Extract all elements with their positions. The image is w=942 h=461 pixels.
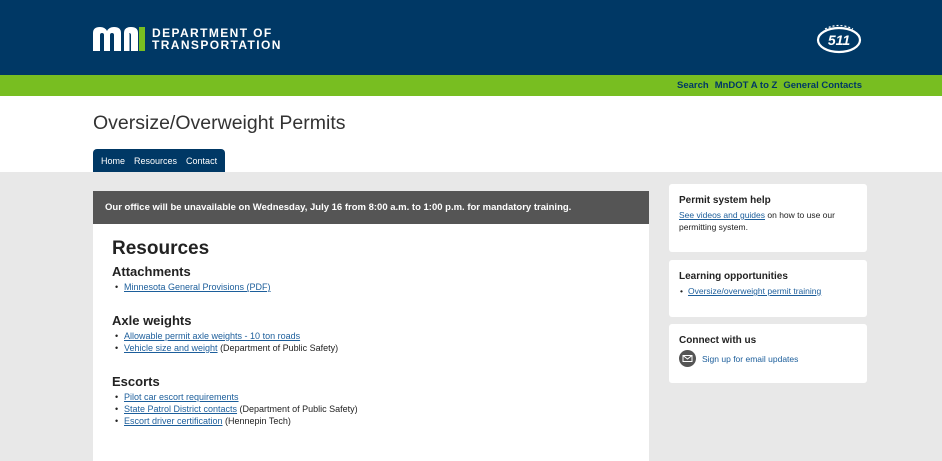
mndot-a-to-z-link[interactable]: MnDOT A to Z bbox=[715, 80, 778, 91]
511-logo-icon[interactable]: 511 bbox=[815, 24, 863, 54]
permit-training-link[interactable]: Oversize/overweight permit training bbox=[688, 286, 821, 296]
general-provisions-link[interactable]: Minnesota General Provisions (PDF) bbox=[124, 282, 271, 292]
escort-certification-link[interactable]: Escort driver certification bbox=[124, 416, 223, 426]
section-heading-escorts: Escorts bbox=[112, 374, 160, 389]
site-header: DEPARTMENT OF TRANSPORTATION 511 bbox=[0, 0, 942, 75]
section-heading-attachments: Attachments bbox=[112, 264, 191, 279]
general-contacts-link[interactable]: General Contacts bbox=[783, 80, 862, 91]
email-signup-row[interactable]: Sign up for email updates bbox=[679, 350, 857, 367]
tab-resources[interactable]: Resources bbox=[134, 156, 177, 166]
closure-notice: Our office will be unavailable on Wednes… bbox=[93, 191, 649, 224]
tab-home[interactable]: Home bbox=[101, 156, 125, 166]
mail-icon bbox=[679, 350, 696, 367]
logo-wordmark: DEPARTMENT OF TRANSPORTATION bbox=[152, 27, 282, 51]
source-note: (Department of Public Safety) bbox=[217, 343, 339, 353]
vehicle-size-weight-link[interactable]: Vehicle size and weight bbox=[124, 343, 218, 353]
pilot-car-link[interactable]: Pilot car escort requirements bbox=[124, 392, 239, 402]
page-title: Oversize/Overweight Permits bbox=[93, 112, 346, 134]
permit-help-text: See videos and guides on how to use our … bbox=[679, 210, 857, 233]
resources-heading: Resources bbox=[112, 238, 210, 259]
state-patrol-contacts-link[interactable]: State Patrol District contacts bbox=[124, 404, 237, 414]
list-item: Vehicle size and weight (Department of P… bbox=[112, 342, 649, 354]
permit-help-title: Permit system help bbox=[679, 195, 771, 206]
connect-title: Connect with us bbox=[679, 335, 757, 346]
mndot-logo[interactable]: DEPARTMENT OF TRANSPORTATION bbox=[93, 27, 282, 51]
list-item: Oversize/overweight permit training bbox=[679, 286, 857, 297]
learning-title: Learning opportunities bbox=[679, 271, 788, 282]
511-badge-text: 511 bbox=[828, 32, 851, 48]
email-updates-link[interactable]: Sign up for email updates bbox=[702, 354, 798, 364]
main-content: Resources Attachments Minnesota General … bbox=[93, 224, 649, 461]
attachments-list: Minnesota General Provisions (PDF) bbox=[112, 281, 649, 293]
list-item: Escort driver certification (Hennepin Te… bbox=[112, 415, 649, 427]
search-link[interactable]: Search bbox=[677, 80, 709, 91]
utility-bar: Search MnDOT A to Z General Contacts bbox=[0, 75, 942, 96]
source-note: (Hennepin Tech) bbox=[222, 416, 291, 426]
section-tabs: Home Resources Contact bbox=[93, 149, 226, 172]
connect-card: Connect with us Sign up for email update… bbox=[669, 324, 867, 383]
escorts-list: Pilot car escort requirements State Patr… bbox=[112, 391, 649, 427]
learning-list: Oversize/overweight permit training bbox=[679, 286, 857, 297]
title-area: Oversize/Overweight Permits Home Resourc… bbox=[0, 96, 942, 172]
utility-links: Search MnDOT A to Z General Contacts bbox=[677, 75, 862, 96]
logo-line-2: TRANSPORTATION bbox=[152, 38, 282, 52]
list-item: Allowable permit axle weights - 10 ton r… bbox=[112, 330, 649, 342]
videos-guides-link[interactable]: See videos and guides bbox=[679, 210, 765, 220]
axle-weights-list: Allowable permit axle weights - 10 ton r… bbox=[112, 330, 649, 354]
section-heading-axle-weights: Axle weights bbox=[112, 313, 192, 328]
mn-logo-icon bbox=[93, 27, 145, 51]
permit-help-card: Permit system help See videos and guides… bbox=[669, 184, 867, 252]
source-note: (Department of Public Safety) bbox=[237, 404, 358, 414]
learning-card: Learning opportunities Oversize/overweig… bbox=[669, 260, 867, 317]
list-item: State Patrol District contacts (Departme… bbox=[112, 403, 649, 415]
tab-contact[interactable]: Contact bbox=[186, 156, 217, 166]
axle-weights-link[interactable]: Allowable permit axle weights - 10 ton r… bbox=[124, 331, 300, 341]
list-item: Minnesota General Provisions (PDF) bbox=[112, 281, 649, 293]
list-item: Pilot car escort requirements bbox=[112, 391, 649, 403]
